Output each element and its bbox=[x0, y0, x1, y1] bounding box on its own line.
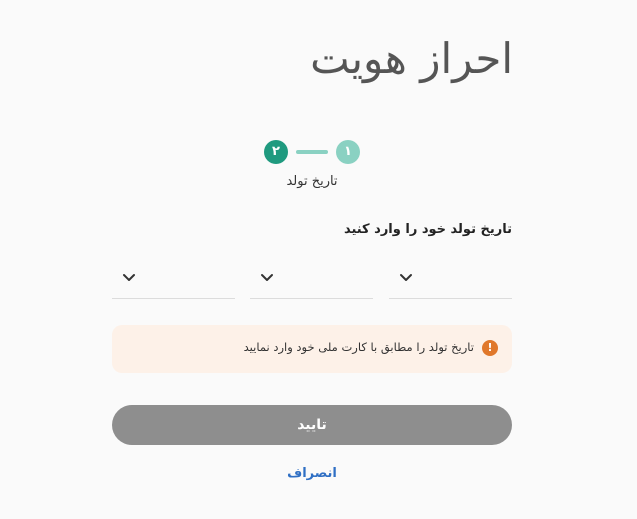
current-step-label: تاریخ تولد bbox=[286, 174, 338, 189]
exclamation-icon: ! bbox=[482, 340, 498, 356]
chevron-down-icon bbox=[123, 274, 135, 281]
month-select[interactable] bbox=[250, 262, 373, 299]
step-1-indicator: ۱ bbox=[336, 140, 360, 164]
chevron-down-icon bbox=[400, 274, 412, 281]
chevron-down-icon bbox=[261, 274, 273, 281]
day-select[interactable] bbox=[389, 262, 512, 299]
alert-message: تاریخ تولد را مطابق با کارت ملی خود وارد… bbox=[243, 340, 474, 354]
birthdate-warning-alert: ! تاریخ تولد را مطابق با کارت ملی خود وا… bbox=[112, 325, 512, 373]
step-connector bbox=[296, 150, 328, 154]
page-title: احراز هویت bbox=[310, 34, 513, 83]
year-select[interactable] bbox=[112, 262, 235, 299]
stepper: ۲ ۱ bbox=[264, 140, 360, 164]
identity-verification-page: احراز هویت ۲ ۱ تاریخ تولد تاریخ تولد خود… bbox=[0, 0, 637, 519]
step-2-indicator: ۲ bbox=[264, 140, 288, 164]
cancel-link[interactable]: انصراف bbox=[262, 466, 362, 481]
birthdate-instruction: تاریخ تولد خود را وارد کنید bbox=[343, 222, 512, 237]
confirm-button[interactable]: تایید bbox=[112, 405, 512, 445]
